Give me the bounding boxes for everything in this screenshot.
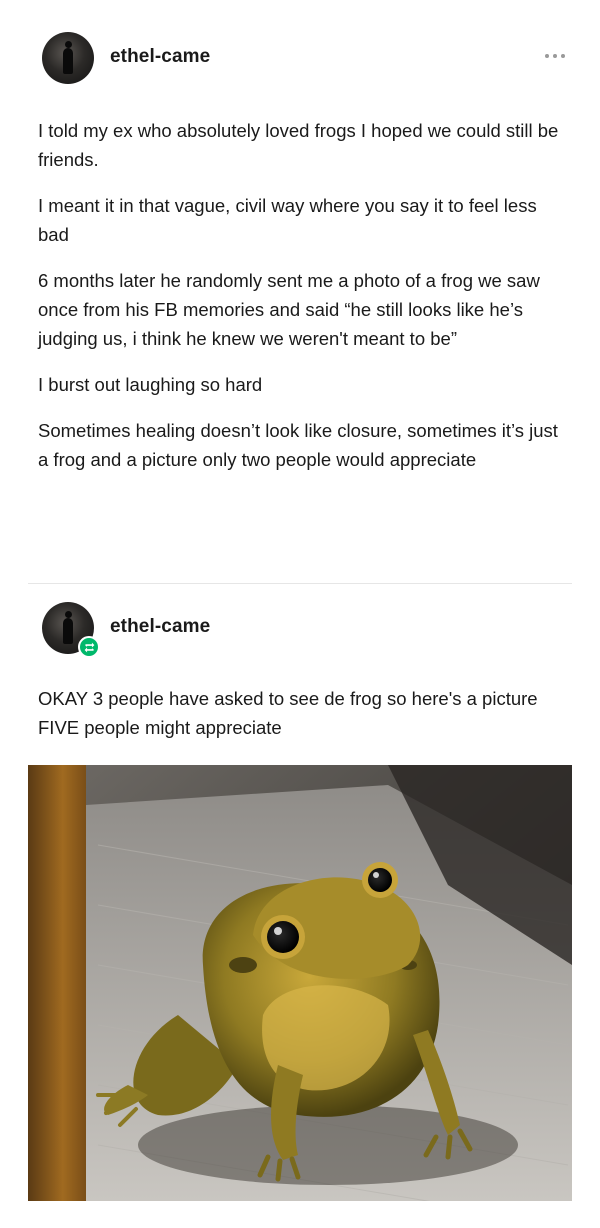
post-body: OKAY 3 people have asked to see de frog … <box>38 684 572 742</box>
post-paragraph: OKAY 3 people have asked to see de frog … <box>38 688 538 738</box>
avatar[interactable] <box>42 32 94 84</box>
post-paragraph: 6 months later he randomly sent me a pho… <box>38 270 540 349</box>
post-header: ethel-came <box>38 30 572 84</box>
post-body: I told my ex who absolutely loved frogs … <box>38 116 572 474</box>
post-divider <box>28 583 572 584</box>
reblog-icon <box>78 636 100 658</box>
post-original: ethel-came I told my ex who absolutely l… <box>38 30 572 491</box>
ellipsis-icon[interactable] <box>538 46 572 66</box>
post-paragraph: I meant it in that vague, civil way wher… <box>38 195 537 245</box>
frog-photo[interactable] <box>28 765 572 1201</box>
username[interactable]: ethel-came <box>110 46 210 68</box>
post-paragraph: Sometimes healing doesn’t look like clos… <box>38 420 558 470</box>
username[interactable]: ethel-came <box>110 616 210 638</box>
post-paragraph: I burst out laughing so hard <box>38 374 263 395</box>
post-reblog: ethel-came OKAY 3 people have asked to s… <box>38 600 572 759</box>
post-paragraph: I told my ex who absolutely loved frogs … <box>38 120 559 170</box>
post-header: ethel-came <box>38 600 572 658</box>
